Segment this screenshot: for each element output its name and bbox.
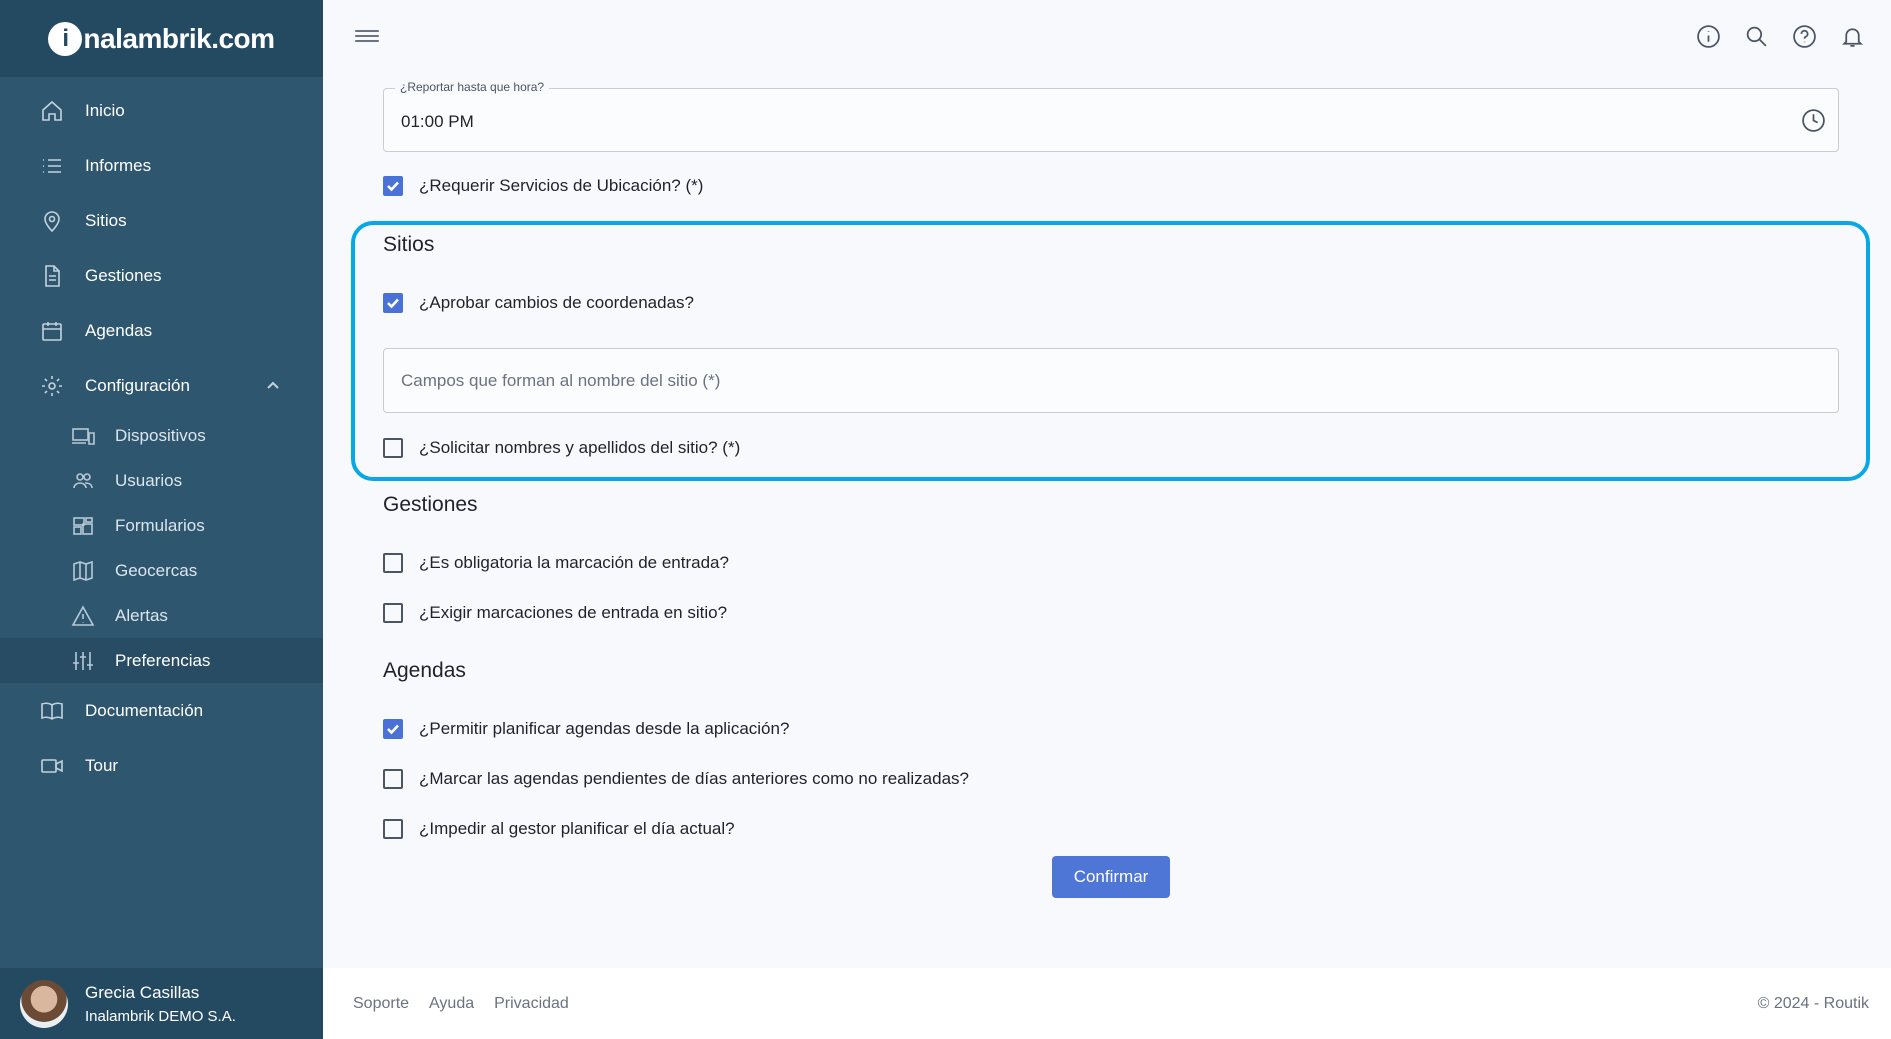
sliders-icon (70, 649, 96, 673)
video-icon (40, 754, 64, 778)
footer-link-soporte[interactable]: Soporte (353, 995, 409, 1013)
allow-planning-label: ¿Permitir planificar agendas desde la ap… (419, 719, 790, 738)
brand-logo[interactable]: i nalambrik.com (48, 21, 275, 56)
logo-text: nalambrik.com (83, 22, 275, 54)
approve-coords-row[interactable]: ¿Aprobar cambios de coordenadas? (383, 293, 694, 313)
sidebar-item-label: Gestiones (85, 265, 162, 285)
report-until-value[interactable]: 01:00 PM (401, 112, 474, 132)
prevent-today-label: ¿Impedir al gestor planificar el día act… (419, 819, 735, 838)
search-icon[interactable] (1744, 24, 1769, 49)
forms-icon (70, 514, 96, 538)
request-names-checkbox[interactable] (383, 438, 403, 458)
require-location-checkbox[interactable] (383, 176, 403, 196)
gestiones-section-title: Gestiones (383, 493, 478, 516)
approve-coords-label: ¿Aprobar cambios de coordenadas? (419, 293, 694, 312)
report-until-label: ¿Reportar hasta que hora? (395, 80, 550, 94)
sidebar-item-agendas[interactable]: Agendas (0, 303, 323, 358)
sidebar: i nalambrik.com Inicio Informes Sitios Ge… (0, 0, 323, 1039)
require-checkin-site-label: ¿Exigir marcaciones de entrada en sitio? (419, 603, 728, 622)
allow-planning-checkbox[interactable] (383, 719, 403, 739)
map-icon (70, 559, 96, 583)
mark-pending-label: ¿Marcar las agendas pendientes de días a… (419, 769, 969, 788)
footer: Soporte Ayuda Privacidad © 2024 - Routik (323, 968, 1891, 1039)
chevron-up-icon[interactable] (265, 378, 281, 394)
warning-icon (70, 604, 96, 628)
user-info: Grecia Casillas Inalambrik DEMO S.A. (85, 983, 236, 1025)
sitios-section-title: Sitios (383, 233, 435, 256)
site-name-fields-input[interactable] (383, 348, 1839, 413)
help-icon[interactable] (1792, 24, 1817, 49)
footer-link-privacidad[interactable]: Privacidad (494, 995, 569, 1013)
sidebar-subitem-label: Alertas (115, 605, 168, 625)
hamburger-menu-icon[interactable] (355, 27, 379, 47)
info-icon[interactable] (1696, 24, 1721, 49)
sidebar-item-gestiones[interactable]: Gestiones (0, 248, 323, 303)
sidebar-item-label: Sitios (85, 210, 127, 230)
confirm-button[interactable]: Confirmar (1052, 856, 1170, 898)
prevent-today-row[interactable]: ¿Impedir al gestor planificar el día act… (383, 819, 735, 839)
sidebar-subitem-label: Geocercas (115, 560, 198, 580)
report-until-time-field[interactable]: ¿Reportar hasta que hora? 01:00 PM (383, 80, 1839, 152)
footer-links: Soporte Ayuda Privacidad (353, 995, 569, 1013)
user-profile[interactable]: Grecia Casillas Inalambrik DEMO S.A. (0, 968, 323, 1039)
users-icon (70, 469, 96, 493)
sidebar-subitem-dispositivos[interactable]: Dispositivos (0, 413, 323, 458)
avatar (20, 979, 68, 1028)
sidebar-subitem-geocercas[interactable]: Geocercas (0, 548, 323, 593)
require-location-row[interactable]: ¿Requerir Servicios de Ubicación? (*) (383, 176, 703, 196)
sidebar-item-informes[interactable]: Informes (0, 138, 323, 193)
sidebar-item-documentacion[interactable]: Documentación (0, 683, 323, 738)
sidebar-item-label: Documentación (85, 700, 204, 720)
sidebar-item-label: Informes (85, 155, 152, 175)
require-checkin-site-row[interactable]: ¿Exigir marcaciones de entrada en sitio? (383, 603, 727, 623)
mandatory-checkin-row[interactable]: ¿Es obligatoria la marcación de entrada? (383, 553, 729, 573)
document-icon (40, 264, 64, 288)
sidebar-item-label: Tour (85, 755, 119, 775)
sidebar-item-sitios[interactable]: Sitios (0, 193, 323, 248)
sidebar-subitem-formularios[interactable]: Formularios (0, 503, 323, 548)
sidebar-item-tour[interactable]: Tour (0, 738, 323, 793)
map-pin-icon (40, 209, 64, 233)
request-names-row[interactable]: ¿Solicitar nombres y apellidos del sitio… (383, 438, 740, 458)
sidebar-item-label: Inicio (85, 100, 125, 120)
clock-icon[interactable] (1801, 108, 1826, 133)
require-location-label: ¿Requerir Servicios de Ubicación? (*) (419, 176, 704, 195)
mark-pending-row[interactable]: ¿Marcar las agendas pendientes de días a… (383, 769, 969, 789)
sidebar-item-label: Configuración (85, 375, 190, 395)
home-icon (40, 99, 64, 123)
gear-icon (40, 374, 64, 398)
mark-pending-checkbox[interactable] (383, 769, 403, 789)
sidebar-subitem-usuarios[interactable]: Usuarios (0, 458, 323, 503)
sidebar-item-inicio[interactable]: Inicio (0, 83, 323, 138)
prevent-today-checkbox[interactable] (383, 819, 403, 839)
sidebar-item-label: Agendas (85, 320, 153, 340)
logo-bar: i nalambrik.com (0, 0, 323, 77)
logo-mark: i (48, 21, 83, 56)
sidebar-item-configuracion[interactable]: Configuración (0, 358, 323, 413)
mandatory-checkin-label: ¿Es obligatoria la marcación de entrada? (419, 553, 729, 572)
devices-icon (70, 424, 96, 448)
sidebar-subitem-label: Formularios (115, 515, 205, 535)
header-actions (1696, 24, 1865, 49)
allow-planning-row[interactable]: ¿Permitir planificar agendas desde la ap… (383, 719, 789, 739)
request-names-label: ¿Solicitar nombres y apellidos del sitio… (419, 438, 741, 457)
book-icon (40, 699, 64, 723)
sidebar-subitem-label: Preferencias (115, 650, 211, 670)
list-icon (40, 154, 64, 178)
agendas-section-title: Agendas (383, 659, 466, 682)
mandatory-checkin-checkbox[interactable] (383, 553, 403, 573)
sidebar-subitem-alertas[interactable]: Alertas (0, 593, 323, 638)
user-name: Grecia Casillas (85, 982, 200, 1002)
bell-icon[interactable] (1840, 24, 1865, 49)
sidebar-subitem-label: Dispositivos (115, 425, 206, 445)
require-checkin-site-checkbox[interactable] (383, 603, 403, 623)
approve-coords-checkbox[interactable] (383, 293, 403, 313)
sidebar-nav: Inicio Informes Sitios Gestiones Agendas… (0, 77, 323, 793)
user-org: Inalambrik DEMO S.A. (85, 1007, 236, 1025)
sidebar-subitem-label: Usuarios (115, 470, 183, 490)
calendar-icon (40, 319, 64, 343)
sidebar-subitem-preferencias[interactable]: Preferencias (0, 638, 323, 683)
footer-link-ayuda[interactable]: Ayuda (429, 995, 474, 1013)
copyright: © 2024 - Routik (1757, 994, 1869, 1012)
